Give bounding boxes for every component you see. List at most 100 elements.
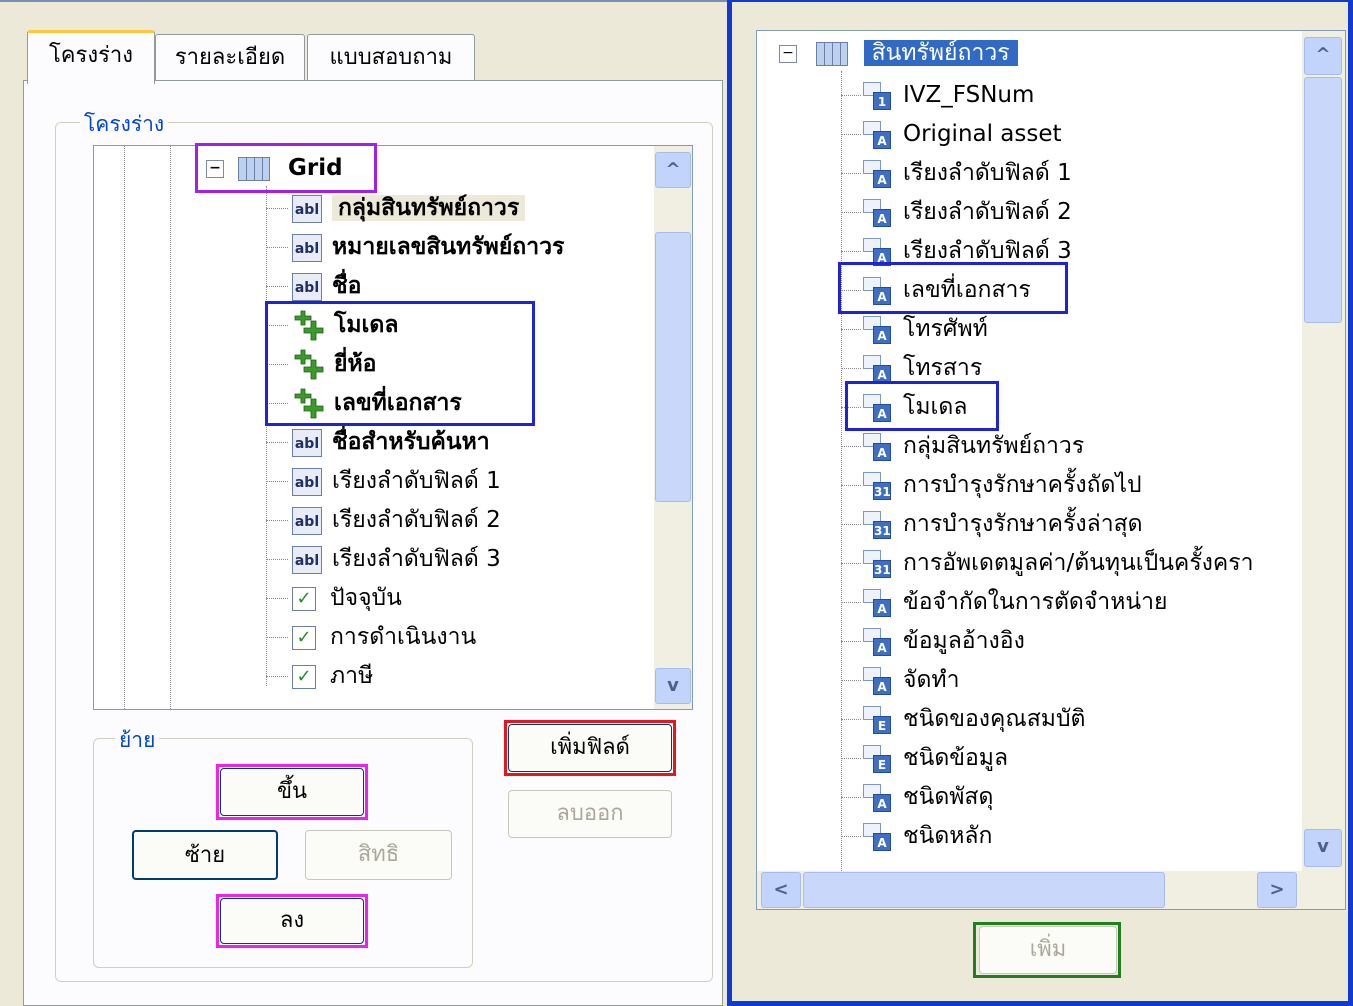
- tree-item[interactable]: abl เรียงลำดับฟิลด์ 1: [266, 463, 501, 499]
- scroll-thumb[interactable]: [655, 232, 691, 502]
- scroll-up-button[interactable]: ^: [655, 152, 691, 188]
- tree-item-label: ปัจจุบัน: [330, 585, 402, 611]
- structure-tree[interactable]: − Grid abl กลุ่มสินทรัพย์ถาวร abl หมายเลขสิ…: [93, 145, 693, 710]
- collapse-icon[interactable]: −: [779, 44, 797, 63]
- field-item-label: โทรศัพท์: [903, 316, 988, 342]
- field-item[interactable]: 31 การอัพเดตมูลค่า/ต้นทุนเป็นครั้งครา: [841, 545, 1254, 581]
- tree-item-label: ภาษี: [330, 663, 374, 689]
- field-item[interactable]: A Original asset: [841, 116, 1062, 152]
- checkbox-icon: ✓: [292, 664, 316, 689]
- field-item-label: IVZ_FSNum: [903, 82, 1035, 108]
- scroll-down-button[interactable]: v: [1304, 829, 1342, 867]
- add-field-button[interactable]: เพิ่มฟิลด์: [508, 724, 672, 772]
- field-tree[interactable]: − สินทรัพย์ถาวร 1 IVZ_FSNum A Original asse…: [756, 30, 1346, 910]
- text-field-icon: abl: [292, 272, 322, 301]
- field-item[interactable]: E ชนิดข้อมูล: [841, 740, 1008, 776]
- field-type-icon: E: [863, 705, 893, 734]
- tree-item[interactable]: เลขที่เอกสาร: [266, 385, 462, 421]
- tree-item[interactable]: ยี่ห้อ: [266, 346, 377, 382]
- scroll-down-button[interactable]: v: [655, 668, 691, 704]
- field-item[interactable]: A เรียงลำดับฟิลด์ 1: [841, 155, 1072, 191]
- move-group-title: ย้าย: [115, 724, 160, 757]
- tree-root-grid[interactable]: − Grid: [206, 150, 343, 186]
- remove-button[interactable]: ลบออก: [508, 790, 672, 838]
- field-item-label: โมเดล: [903, 394, 968, 420]
- rights-button[interactable]: สิทธิ: [305, 830, 452, 880]
- field-item[interactable]: A ข้อมูลอ้างอิง: [841, 623, 1025, 659]
- field-type-icon: A: [863, 432, 893, 461]
- field-item[interactable]: A จัดทำ: [841, 662, 960, 698]
- field-item[interactable]: 31 การบำรุงรักษาครั้งล่าสุด: [841, 506, 1143, 542]
- field-item-label: Original asset: [903, 121, 1062, 147]
- field-item-label: ชนิดหลัก: [903, 823, 993, 849]
- tree-item[interactable]: ✓ ปัจจุบัน: [266, 580, 402, 616]
- tree-root-label: สินทรัพย์ถาวร: [863, 40, 1018, 66]
- grid-icon: [238, 156, 271, 181]
- tree-item[interactable]: abl ชื่อ: [266, 268, 362, 304]
- move-down-button[interactable]: ลง: [220, 898, 364, 944]
- move-up-button[interactable]: ขึ้น: [220, 768, 364, 816]
- field-item[interactable]: A โทรศัพท์: [841, 311, 988, 347]
- field-type-icon: A: [863, 276, 893, 305]
- plus-icon: [292, 388, 324, 420]
- field-item[interactable]: A เลขที่เอกสาร: [841, 272, 1031, 308]
- field-type-icon: A: [863, 237, 893, 266]
- tree-item[interactable]: ✓ การดำเนินงาน: [266, 619, 476, 655]
- field-item[interactable]: A กลุ่มสินทรัพย์ถาวร: [841, 428, 1084, 464]
- field-item-label: การอัพเดตมูลค่า/ต้นทุนเป็นครั้งครา: [903, 550, 1254, 576]
- tree-item-label: เรียงลำดับฟิลด์ 3: [332, 546, 501, 572]
- tree-item-label: โมเดล: [334, 312, 399, 338]
- text-field-icon: abl: [292, 194, 322, 223]
- field-item[interactable]: A เรียงลำดับฟิลด์ 2: [841, 194, 1072, 230]
- tree-item-label: ยี่ห้อ: [334, 351, 377, 377]
- field-item[interactable]: A ข้อจำกัดในการตัดจำหน่าย: [841, 584, 1167, 620]
- tree-root-fixed-assets[interactable]: − สินทรัพย์ถาวร: [779, 35, 1018, 71]
- tab-details[interactable]: รายละเอียด: [155, 34, 305, 82]
- text-field-icon: abl: [292, 506, 322, 535]
- tree-item-label: ชื่อ: [332, 273, 362, 299]
- field-type-icon: A: [863, 627, 893, 656]
- tree-item[interactable]: โมเดล: [266, 307, 399, 343]
- field-item-label: จัดทำ: [903, 667, 960, 693]
- tab-query[interactable]: แบบสอบถาม: [307, 34, 475, 82]
- tree-item[interactable]: abl หมายเลขสินทรัพย์ถาวร: [266, 229, 565, 265]
- checkbox-icon: ✓: [292, 586, 316, 611]
- tree-item-label: เรียงลำดับฟิลด์ 1: [332, 468, 501, 494]
- collapse-icon[interactable]: −: [206, 159, 224, 178]
- scroll-up-button[interactable]: ^: [1304, 37, 1342, 75]
- move-left-button[interactable]: ซ้าย: [132, 830, 278, 880]
- tree-item-label: กลุ่มสินทรัพย์ถาวร: [332, 195, 526, 221]
- field-item-label: โทรสาร: [903, 355, 983, 381]
- plus-icon: [292, 349, 324, 381]
- field-item[interactable]: A เรียงลำดับฟิลด์ 3: [841, 233, 1072, 269]
- tree-item[interactable]: abl เรียงลำดับฟิลด์ 2: [266, 502, 501, 538]
- tree-item[interactable]: abl ชื่อสำหรับค้นหา: [266, 424, 490, 460]
- field-type-icon: 31: [863, 471, 893, 500]
- scroll-thumb[interactable]: [1304, 77, 1342, 323]
- field-item[interactable]: A โทรสาร: [841, 350, 983, 386]
- field-item-label: เรียงลำดับฟิลด์ 2: [903, 199, 1072, 225]
- field-item-label: ชนิดของคุณสมบัติ: [903, 706, 1086, 732]
- field-item[interactable]: A ชนิดหลัก: [841, 818, 993, 854]
- tab-structure[interactable]: โครงร่าง: [27, 30, 155, 84]
- scroll-right-button[interactable]: >: [1257, 872, 1297, 908]
- field-item[interactable]: 31 การบำรุงรักษาครั้งถัดไป: [841, 467, 1142, 503]
- hscroll-thumb[interactable]: [803, 872, 1165, 908]
- scroll-left-button[interactable]: <: [761, 872, 801, 908]
- field-item[interactable]: 1 IVZ_FSNum: [841, 77, 1035, 113]
- field-item[interactable]: A โมเดล: [841, 389, 968, 425]
- field-item[interactable]: A ชนิดพัสดุ: [841, 779, 993, 815]
- field-type-icon: A: [863, 783, 893, 812]
- tree-item[interactable]: ✓ ภาษี: [266, 658, 374, 694]
- field-item-label: เรียงลำดับฟิลด์ 1: [903, 160, 1072, 186]
- field-item[interactable]: E ชนิดของคุณสมบัติ: [841, 701, 1086, 737]
- tree-item[interactable]: abl กลุ่มสินทรัพย์ถาวร: [266, 190, 526, 226]
- field-type-icon: A: [863, 198, 893, 227]
- field-type-icon: 31: [863, 510, 893, 539]
- add-button[interactable]: เพิ่ม: [979, 926, 1117, 974]
- tree-item-label: ชื่อสำหรับค้นหา: [332, 429, 490, 455]
- text-field-icon: abl: [292, 545, 322, 574]
- text-field-icon: abl: [292, 428, 322, 457]
- tree-item[interactable]: abl เรียงลำดับฟิลด์ 3: [266, 541, 501, 577]
- tree-item-label: หมายเลขสินทรัพย์ถาวร: [332, 234, 565, 260]
